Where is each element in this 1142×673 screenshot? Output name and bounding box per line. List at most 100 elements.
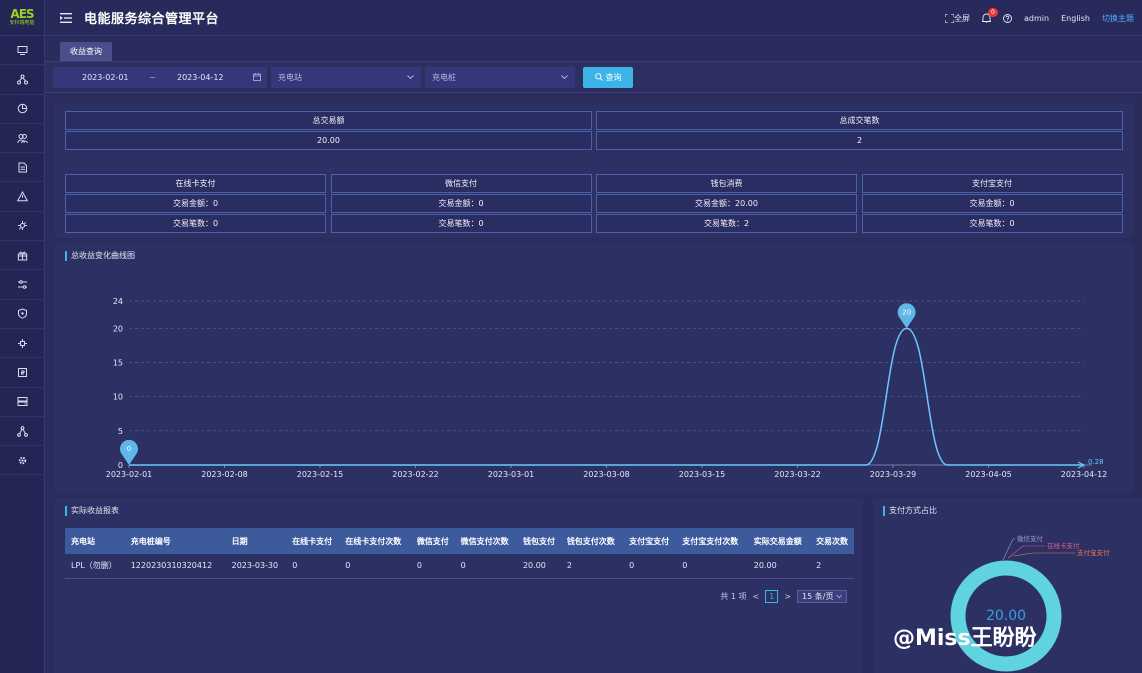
column-header: 钱包支付次数: [560, 528, 624, 554]
fullscreen-icon: [945, 13, 955, 23]
x-tick-label: 2023-02-15: [297, 470, 344, 479]
sidebar-item-device[interactable]: [0, 329, 44, 359]
logo-mark: AES: [10, 6, 34, 21]
data-point-marker[interactable]: 20: [897, 303, 916, 329]
slice-label: 支付宝支付: [1077, 548, 1110, 557]
tab-bar: 收益查询: [45, 36, 1142, 61]
fullscreen-button[interactable]: 全屏: [945, 13, 970, 24]
pagination-total: 共 1 项: [720, 592, 747, 601]
tab-revenue-query[interactable]: 收益查询: [60, 42, 112, 61]
theme-switch-link[interactable]: 切换主题: [1102, 13, 1134, 24]
x-tick-label: 2023-03-01: [488, 470, 535, 479]
sidebar-item-gift[interactable]: [0, 241, 44, 271]
pile-select[interactable]: 充电桩: [425, 67, 575, 88]
query-button[interactable]: 查询: [583, 67, 633, 88]
settings-icon: [17, 280, 27, 289]
x-tick-label: 2023-02-08: [201, 470, 248, 479]
pagination-prev[interactable]: <: [753, 592, 760, 601]
table-cell: 20.00: [516, 554, 561, 579]
sidebar-item-document[interactable]: [0, 153, 44, 183]
table-panel-title: 实际收益报表: [65, 506, 119, 516]
sidebar-item-topology[interactable]: [0, 65, 44, 95]
pagination-next[interactable]: >: [784, 592, 791, 601]
notification-button[interactable]: 0: [982, 8, 998, 23]
x-tick-label: 2023-04-12: [1061, 470, 1108, 479]
table-cell: 2023-03-30: [225, 554, 287, 579]
sidebar-item-pie-chart[interactable]: [0, 95, 44, 124]
y-tick-label: 5: [118, 427, 123, 436]
date-range-picker[interactable]: 2023-02-01 ~ 2023-04-12: [53, 67, 267, 88]
sidebar-item-network[interactable]: [0, 417, 44, 447]
date-separator: ~: [149, 73, 156, 82]
sidebar-item-chip[interactable]: [0, 358, 44, 388]
network-icon: [16, 425, 28, 437]
topology-icon: [16, 74, 28, 85]
page-size-select[interactable]: 15 条/页: [797, 590, 847, 603]
method-count-cell: 交易笔数：0: [330, 214, 592, 233]
slice-label: 微信支付: [1017, 534, 1044, 543]
menu-toggle-icon[interactable]: [60, 12, 72, 23]
storage-icon: [17, 397, 27, 407]
method-name-cell: 微信支付: [330, 174, 592, 193]
sidebar-item-station[interactable]: [0, 212, 44, 242]
y-tick-label: 0: [118, 461, 123, 470]
fullscreen-label: 全屏: [954, 13, 971, 23]
total-count-value: 2: [596, 131, 1123, 150]
page-size-label: 15 条/页: [802, 592, 834, 601]
y-tick-label: 10: [113, 393, 123, 402]
chevron-down-icon: [836, 594, 842, 599]
column-header: 交易次数: [810, 528, 854, 554]
table-cell: 0: [623, 554, 677, 579]
pagination-current-page[interactable]: 1: [765, 590, 779, 603]
warning-icon: [16, 191, 28, 202]
sidebar-item-warning[interactable]: [0, 182, 44, 212]
sidebar-item-shield[interactable]: [0, 300, 44, 329]
label-leader-line: [1012, 552, 1075, 557]
station-select[interactable]: 充电站: [271, 67, 421, 88]
pagination: 共 1 项 < 1 > 15 条/页: [720, 590, 847, 603]
query-button-label: 查询: [605, 73, 622, 82]
column-header: 日期: [225, 528, 287, 554]
table-row: LPL（勿删） 1220230310320412 2023-03-30 0 0 0 0 20.…: [65, 554, 854, 579]
search-icon: [594, 73, 603, 81]
x-tick-label: 2023-04-05: [965, 470, 1012, 479]
logo: AES 安科瑞电能: [0, 0, 44, 36]
x-tick-label: 2023-03-15: [679, 470, 726, 479]
sidebar-item-monitor[interactable]: [0, 36, 44, 66]
monitor-icon: [17, 45, 27, 55]
gift-icon: [17, 251, 27, 261]
y-tick-label: 15: [113, 359, 123, 368]
sidebar-item-users[interactable]: [0, 124, 44, 154]
method-amount-cell: 交易金额：0: [861, 194, 1123, 213]
method-name-cell: 在线卡支付: [65, 174, 326, 193]
table-cell: 0: [676, 554, 748, 579]
station-select-placeholder: 充电站: [278, 73, 302, 82]
sidebar-item-gear[interactable]: [0, 446, 44, 476]
language-switch[interactable]: English: [1061, 14, 1090, 23]
table-cell: 1220230310320412: [124, 554, 226, 579]
column-header: 钱包支付: [516, 528, 561, 554]
top-bar: 电能服务综合管理平台 全屏 0 admin English 切换主题: [45, 0, 1142, 36]
column-header: 在线卡支付次数: [339, 528, 411, 554]
revenue-chart-panel: 总收益变化曲线图 0 5 10 15 20 24 2023-02-01 2023-02-08 2…: [55, 243, 1133, 493]
pile-select-placeholder: 充电桩: [432, 73, 456, 82]
column-header: 支付宝支付: [623, 528, 677, 554]
sidebar-item-storage[interactable]: [0, 388, 44, 417]
document-icon: [18, 162, 27, 173]
method-name-cell: 钱包消费: [596, 174, 857, 193]
user-menu[interactable]: admin: [1024, 14, 1049, 23]
notification-badge: 0: [988, 8, 998, 17]
slice-label: 在线卡支付: [1047, 541, 1080, 550]
help-button[interactable]: [1003, 13, 1012, 23]
method-count-cell: 交易笔数：0: [861, 214, 1123, 233]
shield-icon: [17, 308, 27, 320]
column-header: 充电桩编号: [124, 528, 226, 554]
chip-icon: [17, 367, 27, 377]
sidebar-item-settings[interactable]: [0, 270, 44, 300]
table-cell: 2: [810, 554, 854, 579]
method-amount-cell: 交易金额：20.00: [596, 194, 857, 213]
method-count-cell: 交易笔数：0: [65, 214, 326, 233]
app-title: 电能服务综合管理平台: [84, 12, 220, 27]
y-tick-label: 20: [113, 324, 123, 333]
top-right-tools: 全屏 0 admin English 切换主题: [945, 0, 1142, 36]
